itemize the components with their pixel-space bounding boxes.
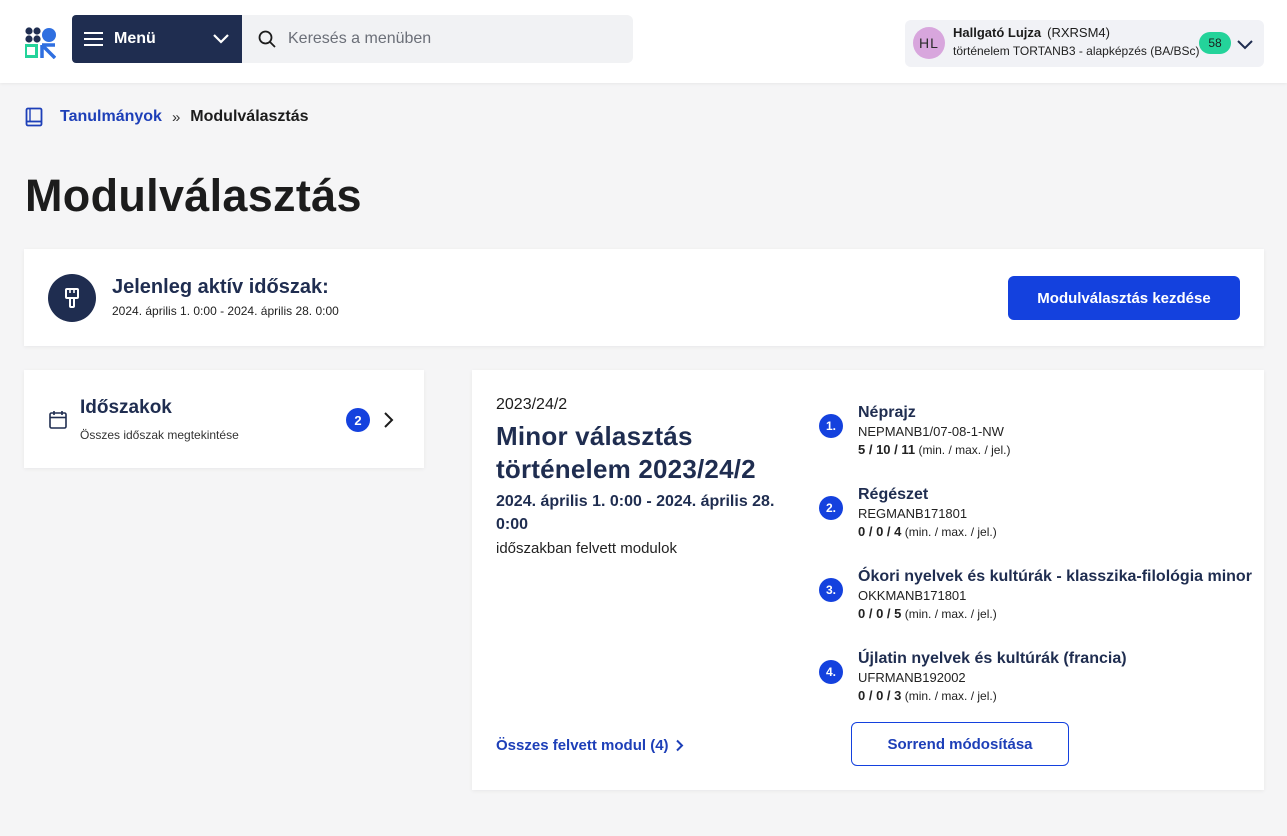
module-stats: 0 / 0 / 4 (min. / max. / jel.) — [858, 524, 997, 539]
active-period-card: Jelenleg aktív időszak: 2024. április 1.… — [24, 249, 1264, 346]
periods-title: Időszakok — [80, 397, 172, 418]
module-code: NEPMANB1/07-08-1-NW — [858, 424, 1004, 439]
module-number-badge: 4. — [819, 660, 843, 684]
detail-title: Minor választás történelem 2023/24/2 — [496, 421, 756, 484]
chevron-down-icon — [1237, 40, 1253, 50]
start-module-selection-button[interactable]: Modulválasztás kezdése — [1008, 276, 1240, 320]
breadcrumb-link-tanulmanyok[interactable]: Tanulmányok — [60, 108, 162, 126]
module-stats-values: 0 / 0 / 5 — [858, 606, 902, 621]
module-stats-legend: (min. / max. / jel.) — [904, 689, 997, 703]
user-name: Hallgató Lujza (RXRSM4) — [953, 25, 1110, 40]
module-stats-values: 0 / 0 / 4 — [858, 524, 902, 539]
all-modules-link[interactable]: Összes felvett modul (4) — [496, 737, 684, 754]
module-stats: 0 / 0 / 3 (min. / max. / jel.) — [858, 688, 997, 703]
module-code: UFRMANB192002 — [858, 670, 966, 685]
book-icon — [25, 107, 43, 127]
page-title: Modulválasztás — [25, 170, 362, 221]
module-name: Ókori nyelvek és kultúrák - klasszika-fi… — [858, 568, 1252, 585]
module-number-badge: 1. — [819, 414, 843, 438]
chevron-down-icon — [213, 34, 229, 44]
periods-card[interactable]: Időszakok Összes időszak megtekintése 2 — [24, 370, 424, 468]
breadcrumb-separator: » — [171, 108, 181, 126]
hamburger-icon — [84, 32, 103, 46]
module-number-badge: 3. — [819, 578, 843, 602]
module-number-badge: 2. — [819, 496, 843, 520]
active-period-title: Jelenleg aktív időszak: — [112, 276, 329, 298]
module-stats: 5 / 10 / 11 (min. / max. / jel.) — [858, 442, 1010, 457]
module-stats-legend: (min. / max. / jel.) — [904, 525, 997, 539]
search-input[interactable] — [288, 30, 608, 48]
period-detail-card: 2023/24/2 Minor választás történelem 202… — [472, 370, 1264, 790]
breadcrumb-current: Modulválasztás — [190, 108, 309, 125]
user-profile-dropdown[interactable]: HL Hallgató Lujza (RXRSM4) történelem TOR… — [905, 20, 1264, 67]
user-name-text: Hallgató Lujza — [953, 25, 1042, 40]
app-logo-icon[interactable] — [25, 27, 56, 59]
module-name: Régészet — [858, 486, 929, 503]
module-stats-values: 5 / 10 / 11 — [858, 442, 916, 457]
chevron-right-icon — [675, 739, 683, 752]
detail-range: 2024. április 1. 0:00 - 2024. április 28… — [496, 493, 775, 533]
module-stats-legend: (min. / max. / jel.) — [904, 607, 997, 621]
menu-label: Menü — [114, 30, 156, 47]
notification-badge[interactable]: 58 — [1199, 32, 1231, 54]
search-icon — [258, 30, 276, 48]
active-period-range: 2024. április 1. 0:00 - 2024. április 28… — [112, 304, 339, 318]
module-name: Néprajz — [858, 404, 916, 421]
module-name: Újlatin nyelvek és kultúrák (francia) — [858, 650, 1127, 667]
module-stats-values: 0 / 0 / 3 — [858, 688, 902, 703]
semester-label: 2023/24/2 — [496, 396, 568, 413]
module-code: OKKMANB171801 — [858, 588, 967, 603]
calendar-icon — [49, 411, 67, 429]
user-code: (RXRSM4) — [1047, 25, 1110, 40]
menu-button[interactable]: Menü — [72, 15, 242, 63]
reorder-modules-button[interactable]: Sorrend módosítása — [851, 722, 1069, 766]
module-code: REGMANB171801 — [858, 506, 968, 521]
menu-search — [242, 15, 633, 63]
periods-count-badge: 2 — [346, 408, 370, 432]
periods-subtitle: Összes időszak megtekintése — [80, 428, 239, 442]
top-bar: Menü HL Hallgató Lujza (RXRSM4) történele… — [0, 0, 1287, 83]
chevron-right-icon — [384, 412, 394, 428]
user-program: történelem TORTANB3 - alapképzés (BA/BSc… — [953, 44, 1200, 58]
brush-icon — [48, 274, 96, 322]
module-stats: 0 / 0 / 5 (min. / max. / jel.) — [858, 606, 997, 621]
avatar: HL — [913, 27, 945, 59]
module-stats-legend: (min. / max. / jel.) — [918, 443, 1011, 457]
breadcrumb: Tanulmányok » Modulválasztás — [25, 107, 309, 127]
all-modules-link-text: Összes felvett modul (4) — [496, 737, 669, 754]
detail-note: időszakban felvett modulok — [496, 540, 677, 557]
